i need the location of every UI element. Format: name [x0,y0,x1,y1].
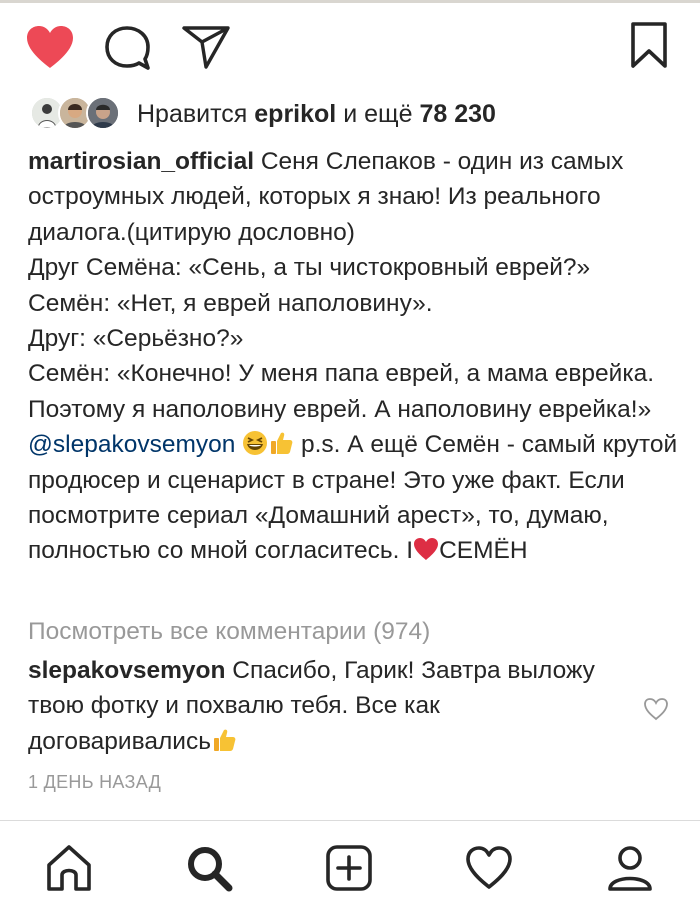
post-timestamp: 1 ДЕНЬ НАЗАД [28,772,162,792]
search-icon[interactable] [184,843,234,893]
grinning-squinting-face-emoji [243,431,268,456]
liker-username[interactable]: eprikol [254,100,336,128]
home-icon[interactable] [44,843,94,893]
red-heart-emoji [414,538,439,561]
caption-mention[interactable]: @slepakovsemyon [28,431,235,458]
thumbs-up-emoji [271,432,293,455]
view-all-comments-link[interactable]: Посмотреть все комментарии (974) [28,616,430,648]
likes-count-text: Нравится eprikol и ещё 78 230 [137,99,496,129]
post-caption: martirosian_official Сеня Слепаков - оди… [28,144,678,569]
profile-icon[interactable] [605,843,655,893]
liker-avatar [86,96,120,130]
activity-icon[interactable] [464,843,514,893]
caption-author[interactable]: martirosian_official [28,148,254,175]
likes-count[interactable]: 78 230 [419,100,495,128]
comment-like-heart-icon[interactable] [643,696,669,722]
post-actions-bar [0,0,700,92]
likes-row[interactable]: Нравится eprikol и ещё 78 230 [30,92,670,136]
comment-icon[interactable] [103,24,153,72]
caption-text-end: СЕМЁН [439,537,528,565]
likes-middle: и ещё [336,100,420,128]
comment-item: slepakovsemyon Спасибо, Гарик! Завтра вы… [28,653,618,759]
likes-prefix: Нравится [137,100,255,128]
send-icon[interactable] [180,22,232,70]
comment-author[interactable]: slepakovsemyon [28,657,225,684]
caption-text: Сеня Слепаков - один из самых остроумных… [28,148,655,423]
thumbs-up-emoji [213,729,236,751]
bottom-navigation-bar [0,820,700,913]
add-post-icon[interactable] [324,843,374,893]
heart-filled-icon[interactable] [24,24,76,70]
bookmark-icon[interactable] [628,21,670,69]
